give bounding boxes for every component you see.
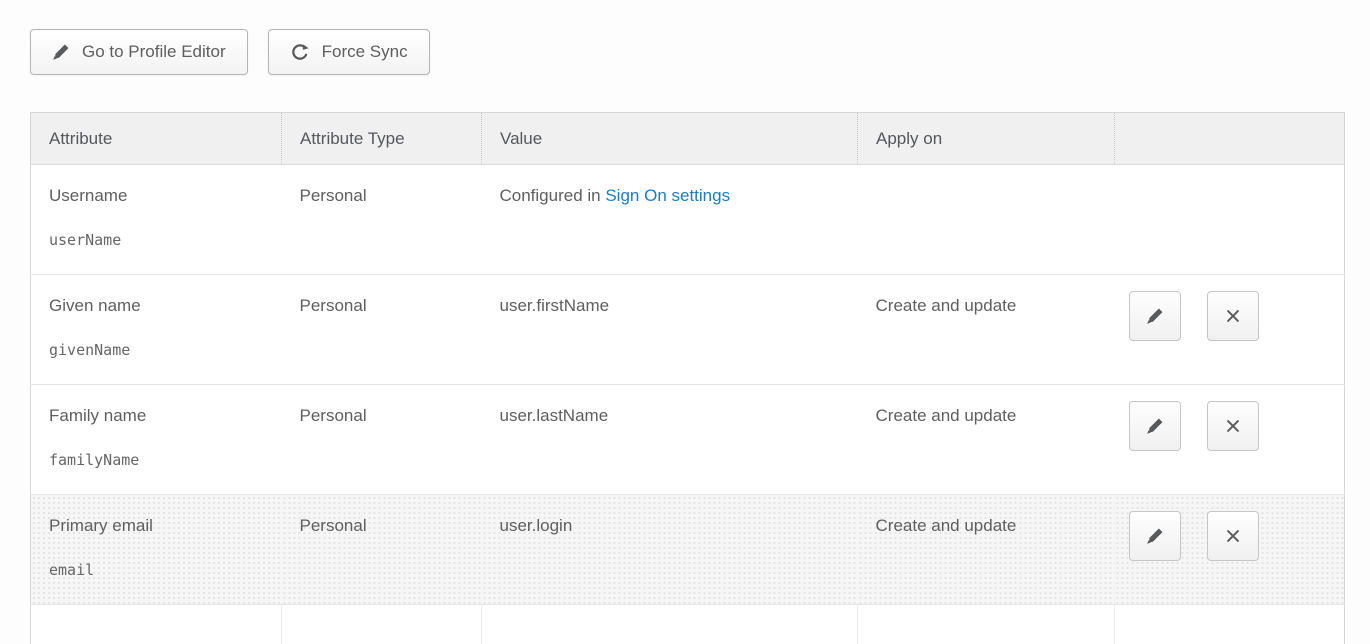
apply-on-cell: Create and update [858, 385, 1115, 495]
attribute-code: familyName [49, 448, 282, 472]
edit-attribute-button[interactable] [1129, 401, 1181, 451]
refresh-icon [290, 42, 310, 62]
attribute-code: email [49, 558, 282, 582]
attribute-mappings-table: Attribute Attribute Type Value Apply on … [30, 112, 1344, 644]
delete-attribute-button[interactable] [1207, 291, 1259, 341]
value-cell: user.login [482, 495, 858, 605]
attribute-cell: Family name familyName [31, 385, 282, 495]
apply-on-cell: Create and update [858, 275, 1115, 385]
delete-attribute-button[interactable] [1207, 511, 1259, 561]
force-sync-label: Force Sync [322, 42, 408, 62]
apply-on-cell: Create and update [858, 495, 1115, 605]
force-sync-button[interactable]: Force Sync [268, 29, 430, 75]
attribute-type-cell: Personal [282, 275, 482, 385]
value-text: Configured in [500, 186, 606, 205]
table-body: Username userName Personal Configured in… [31, 165, 1345, 644]
apply-on: Create and update [876, 294, 1115, 318]
pencil-icon [52, 43, 70, 61]
pencil-icon [1146, 527, 1164, 545]
sign-on-settings-link[interactable]: Sign On settings [605, 186, 730, 205]
attribute-type-cell: Personal [282, 495, 482, 605]
table-row: Family name familyName Personal user.las… [31, 385, 1345, 495]
column-header-attribute-type: Attribute Type [282, 113, 482, 165]
attribute-code: givenName [49, 338, 282, 362]
table-row: Given name givenName Personal user.first… [31, 275, 1345, 385]
attribute-label: Username [49, 184, 282, 208]
attribute-cell: Primary email email [31, 495, 282, 605]
attribute-type: Personal [300, 184, 482, 208]
attribute-type: Personal [300, 294, 482, 318]
table-row-partial [31, 605, 1345, 644]
value-cell: Configured in Sign On settings [482, 165, 858, 275]
attribute-code: userName [49, 228, 282, 252]
attribute-cell: Username userName [31, 165, 282, 275]
value-text: user.login [500, 516, 573, 535]
pencil-icon [1146, 307, 1164, 325]
delete-attribute-button[interactable] [1207, 401, 1259, 451]
go-to-profile-editor-button[interactable]: Go to Profile Editor [30, 29, 248, 75]
apply-on: Create and update [876, 514, 1115, 538]
attribute-type: Personal [300, 514, 482, 538]
apply-on-cell [858, 165, 1115, 275]
close-icon [1224, 527, 1242, 545]
attribute-cell: Given name givenName [31, 275, 282, 385]
table-row: Primary email email Personal user.login … [31, 495, 1345, 605]
actions-cell [1115, 495, 1345, 605]
close-icon [1224, 307, 1242, 325]
actions-cell [1115, 385, 1345, 495]
value-text: user.firstName [500, 296, 610, 315]
table-row: Username userName Personal Configured in… [31, 165, 1345, 275]
edit-attribute-button[interactable] [1129, 511, 1181, 561]
actions-cell [1115, 275, 1345, 385]
attribute-label: Family name [49, 404, 282, 428]
attribute-type-cell: Personal [282, 165, 482, 275]
column-header-apply-on: Apply on [858, 113, 1115, 165]
attribute-label: Given name [49, 294, 282, 318]
edit-attribute-button[interactable] [1129, 291, 1181, 341]
table-header-row: Attribute Attribute Type Value Apply on [31, 113, 1345, 165]
actions-cell [1115, 165, 1345, 275]
value-cell: user.firstName [482, 275, 858, 385]
pencil-icon [1146, 417, 1164, 435]
attribute-type: Personal [300, 404, 482, 428]
column-header-value: Value [482, 113, 858, 165]
toolbar: Go to Profile Editor Force Sync [30, 29, 430, 75]
close-icon [1224, 417, 1242, 435]
attribute-label: Primary email [49, 514, 282, 538]
column-header-attribute: Attribute [31, 113, 282, 165]
attribute-type-cell: Personal [282, 385, 482, 495]
go-to-profile-editor-label: Go to Profile Editor [82, 42, 226, 62]
value-text: user.lastName [500, 406, 609, 425]
column-header-actions [1115, 113, 1345, 165]
apply-on: Create and update [876, 404, 1115, 428]
value-cell: user.lastName [482, 385, 858, 495]
